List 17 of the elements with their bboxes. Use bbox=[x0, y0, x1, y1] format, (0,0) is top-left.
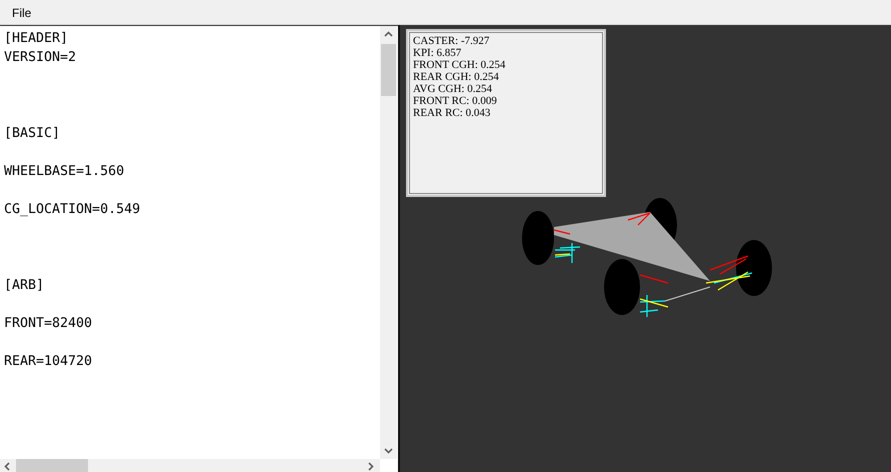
info-text: KPI: 6.857 bbox=[413, 47, 462, 59]
info-text: REAR CGH: 0.254 bbox=[413, 71, 500, 83]
scrollbar-thumb[interactable] bbox=[16, 459, 88, 472]
horizontal-scrollbar[interactable] bbox=[0, 459, 380, 472]
vertical-scrollbar[interactable] bbox=[380, 26, 397, 459]
scroll-left-icon[interactable] bbox=[4, 462, 10, 471]
scroll-down-icon[interactable] bbox=[384, 448, 393, 454]
info-text: FRONT RC: 0.009 bbox=[413, 95, 498, 107]
scroll-right-icon[interactable] bbox=[368, 462, 374, 471]
menu-item[interactable]: File bbox=[0, 0, 44, 24]
info-text: FRONT CGH: 0.254 bbox=[413, 59, 506, 71]
info-text: AVG CGH: 0.254 bbox=[413, 83, 493, 95]
3d-viewport[interactable]: CASTER: -7.927 KPI: 6.857 FRONT CGH: 0.254 REAR CGH: 0.254 AVG CGH: 0.254 FRONT RC: 0.009 REAR RC: 0.043 bbox=[398, 25, 891, 472]
scrollbar-thumb[interactable] bbox=[381, 44, 396, 96]
info-text: CASTER: -7.927 bbox=[413, 35, 490, 47]
scroll-up-icon[interactable] bbox=[384, 31, 393, 37]
info-text: REAR RC: 0.043 bbox=[413, 107, 492, 119]
